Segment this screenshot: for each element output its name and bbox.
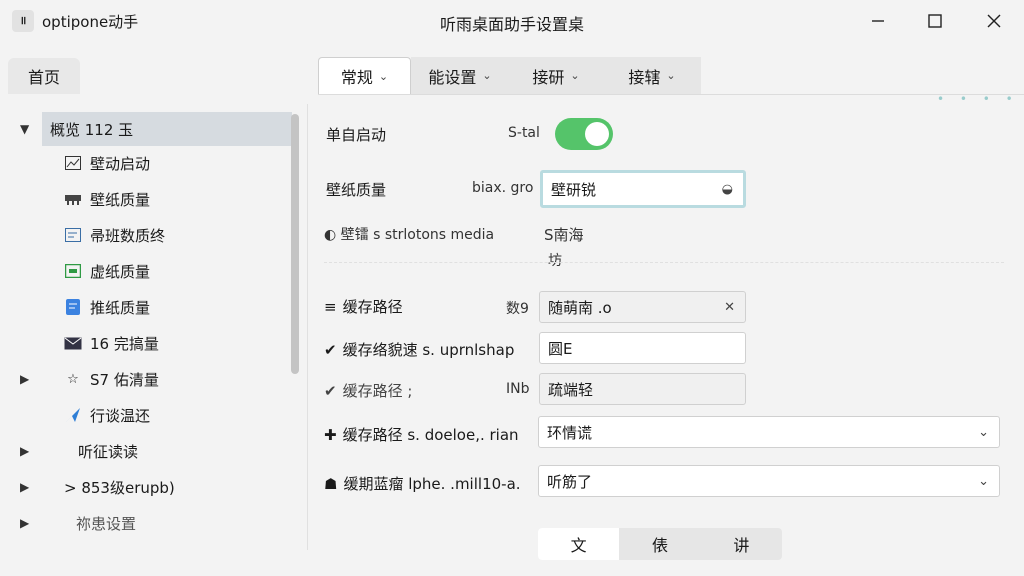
- mail-icon: [64, 335, 82, 351]
- sidebar-item-10[interactable]: ▶ > 853级erupb): [8, 470, 290, 504]
- folder-icon: ☗: [324, 474, 338, 493]
- tab-research-label: 接研: [532, 67, 565, 87]
- cache-path-hint-3: INb: [506, 381, 530, 397]
- sidebar-item-label: 壁动启动: [90, 154, 151, 173]
- sidebar-item-overview[interactable]: 概览 112 玉: [42, 112, 292, 146]
- section-divider: [324, 262, 1004, 263]
- sidebar-item-label: > 853级erupb): [64, 478, 175, 497]
- sidebar-item-11[interactable]: ▶ 祢患设置: [8, 506, 290, 540]
- chart-icon: [64, 155, 82, 171]
- chevron-down-icon: ⌄: [482, 69, 492, 82]
- menu-icon: ≡: [324, 297, 337, 316]
- edit-icon: [64, 227, 82, 243]
- sidebar-item-3[interactable]: 帚班数质终: [8, 218, 290, 252]
- sidebar-item-label: 行谈温还: [90, 406, 151, 425]
- chevron-down-icon: ⌄: [378, 69, 389, 83]
- bottom-segmented-control: 文 俵 讲: [538, 528, 782, 560]
- cache-path-hint-1: 数9: [506, 301, 529, 317]
- dropdown-icon: ◒: [721, 181, 733, 197]
- segment-1[interactable]: 文: [538, 528, 620, 560]
- tab-general[interactable]: 常规 ⌄: [318, 57, 411, 94]
- expand-arrow-icon[interactable]: ▶: [20, 444, 29, 458]
- media-label: ◐ 壁镭 s strlotons media: [324, 227, 495, 243]
- sidebar-item-label: 听征读读: [78, 442, 139, 461]
- cache-path-label-2: ✔ 缓存络貌速 s. uprnlshap: [324, 340, 515, 360]
- close-button[interactable]: [973, 6, 1015, 36]
- plus-icon: ✚: [324, 425, 337, 444]
- sidebar-item-7[interactable]: ▶ ☆ S7 佑清量: [8, 362, 290, 396]
- startup-hint: S-tal: [508, 125, 540, 141]
- sidebar-item-label: S7 佑清量: [90, 370, 159, 389]
- sidebar-item-4[interactable]: 虚纸质量: [8, 254, 290, 288]
- expand-arrow-icon[interactable]: ▶: [20, 516, 29, 530]
- sidebar-item-6[interactable]: 16 完搞量: [8, 326, 290, 360]
- tab-divider: [318, 94, 1024, 95]
- sidebar-item-label: 祢患设置: [76, 514, 137, 533]
- sidebar-item-1[interactable]: 壁动启动: [8, 146, 290, 180]
- cache-path-label-1: ≡ 缓存路径: [324, 297, 403, 317]
- sidebar-item-label: 虚纸质量: [90, 262, 151, 281]
- title-bar: ॥ optipone动手 听雨桌面助手设置桌: [0, 0, 1024, 42]
- quality-select[interactable]: 壁研锐 ◒: [540, 170, 746, 208]
- chevron-down-icon: ⌄: [666, 69, 676, 82]
- pen-icon: ✔: [324, 340, 337, 359]
- sidebar-item-5[interactable]: 推纸质量: [8, 290, 290, 324]
- document-icon: [64, 299, 82, 315]
- maximize-button[interactable]: [914, 6, 956, 36]
- expand-arrow-icon[interactable]: ▶: [20, 480, 29, 494]
- sidebar-tree: 概览 112 玉 ▼ 壁动启动 壁纸质量 帚班数质终 虚纸质量 推纸质量 16 …: [8, 104, 308, 550]
- sidebar-item-label: 16 完搞量: [90, 334, 159, 353]
- sidebar-item-2[interactable]: 壁纸质量: [8, 182, 290, 216]
- cache-path-label-5: ☗ 缓期蓝瘤 lphe. .mill10-a.: [324, 474, 521, 494]
- toggle-knob: [585, 122, 609, 146]
- chevron-down-icon: ⌄: [570, 69, 580, 82]
- quality-hint: biax. gro: [472, 180, 534, 196]
- tab-research[interactable]: 接研 ⌄: [509, 57, 603, 94]
- cache-path-input-3[interactable]: 疏端轻: [539, 373, 746, 405]
- sidebar-item-9[interactable]: ▶ 听征读读: [8, 434, 290, 468]
- sidebar-item-label: 推纸质量: [90, 298, 151, 317]
- startup-toggle[interactable]: [555, 118, 613, 150]
- sidebar-item-label: 概览 112 玉: [50, 120, 134, 139]
- startup-label: 单自启动: [326, 126, 387, 144]
- cache-path-label-4: ✚ 缓存路径 s. doeloe,. rian: [324, 425, 519, 445]
- segment-3[interactable]: 讲: [701, 528, 782, 560]
- sidebar-scrollbar[interactable]: [291, 114, 299, 374]
- sidebar-item-8[interactable]: 行谈温还: [8, 398, 290, 432]
- sidebar-item-label: 壁纸质量: [90, 190, 151, 209]
- settings-tabs: 常规 ⌄ 能设置 ⌄ 接研 ⌄ 接辖 ⌄: [318, 57, 701, 95]
- quality-label: 壁纸质量: [326, 181, 387, 199]
- tab-features-label: 能设置: [428, 67, 477, 87]
- tab-home[interactable]: 首页: [8, 58, 80, 94]
- tab-control[interactable]: 接辖 ⌄: [603, 57, 701, 94]
- expand-arrow-icon[interactable]: ▼: [20, 122, 29, 136]
- expand-arrow-icon[interactable]: ▶: [20, 372, 29, 386]
- star-icon: ☆: [67, 371, 79, 387]
- send-icon: [64, 407, 82, 423]
- media-sub: 坊: [548, 253, 562, 269]
- tab-general-label: 常规: [340, 68, 373, 87]
- chevron-down-icon: ⌄: [978, 424, 989, 440]
- cache-path-input-1[interactable]: 随萌南 .o ✕: [539, 291, 746, 323]
- maximize-icon: [928, 14, 942, 28]
- cache-path-input-2[interactable]: 圆E: [539, 332, 746, 364]
- film-icon: [64, 191, 82, 207]
- tab-control-label: 接辖: [628, 67, 661, 87]
- cache-path-select-4[interactable]: 环情谎 ⌄: [538, 416, 1000, 448]
- media-value: S南海: [544, 226, 584, 244]
- minimize-button[interactable]: [857, 6, 899, 36]
- minimize-icon: [872, 20, 884, 22]
- chevron-down-icon: ⌄: [978, 473, 989, 489]
- cache-path-select-5[interactable]: 听筋了 ⌄: [538, 465, 1000, 497]
- check-icon: ✔: [324, 381, 337, 400]
- settings-panel: 单自启动 S-tal 壁纸质量 biax. gro 壁研锐 ◒ ◐ 壁镭 s s…: [318, 104, 1018, 564]
- segment-2[interactable]: 俵: [619, 528, 700, 560]
- close-icon: [987, 14, 1001, 28]
- window-icon: [64, 263, 82, 279]
- quality-select-value: 壁研锐: [551, 180, 597, 199]
- cache-path-label-3: ✔ 缓存路径 ;: [324, 381, 413, 401]
- sidebar-item-label: 帚班数质终: [90, 226, 166, 245]
- tab-features[interactable]: 能设置 ⌄: [411, 57, 509, 94]
- clear-icon[interactable]: ✕: [724, 300, 735, 315]
